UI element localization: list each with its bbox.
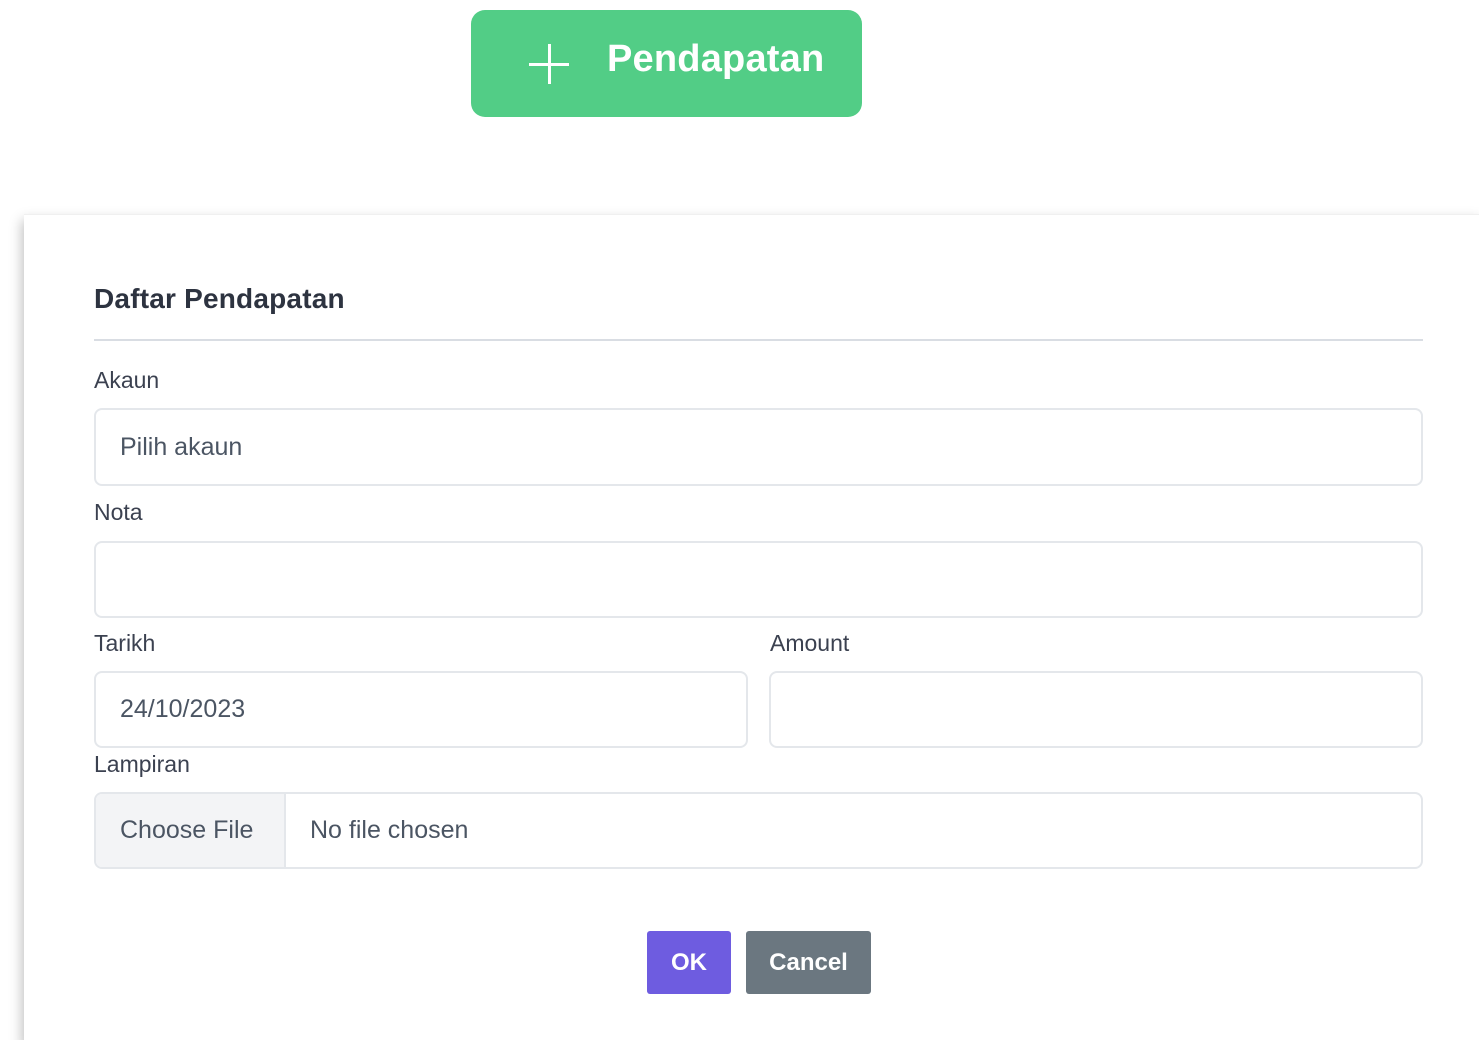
tarikh-label: Tarikh <box>94 630 156 656</box>
akaun-placeholder: Pilih akaun <box>120 432 243 461</box>
ok-button[interactable]: OK <box>647 931 731 994</box>
nota-input[interactable] <box>94 541 1423 618</box>
tarikh-input[interactable]: 24/10/2023 <box>94 671 748 748</box>
lampiran-file-input[interactable]: Choose File No file chosen <box>94 792 1423 869</box>
nota-label: Nota <box>94 499 143 525</box>
tarikh-value: 24/10/2023 <box>120 695 246 723</box>
page: Pendapatan Daftar Pendapatan Akaun Pilih… <box>0 0 1479 1040</box>
plus-icon <box>529 43 569 84</box>
choose-file-button[interactable]: Choose File <box>96 794 286 867</box>
akaun-label: Akaun <box>94 367 160 393</box>
cancel-button[interactable]: Cancel <box>746 931 871 994</box>
amount-label: Amount <box>770 630 850 656</box>
akaun-select[interactable]: Pilih akaun <box>94 408 1423 486</box>
title-divider <box>94 339 1423 341</box>
modal-title: Daftar Pendapatan <box>94 283 345 314</box>
amount-input[interactable] <box>769 671 1423 748</box>
add-pendapatan-button[interactable]: Pendapatan <box>471 10 862 117</box>
pendapatan-modal: Daftar Pendapatan Akaun Pilih akaun Nota… <box>24 214 1479 1040</box>
lampiran-label: Lampiran <box>94 751 190 777</box>
add-pendapatan-label: Pendapatan <box>607 38 825 80</box>
file-status-text: No file chosen <box>310 816 469 844</box>
